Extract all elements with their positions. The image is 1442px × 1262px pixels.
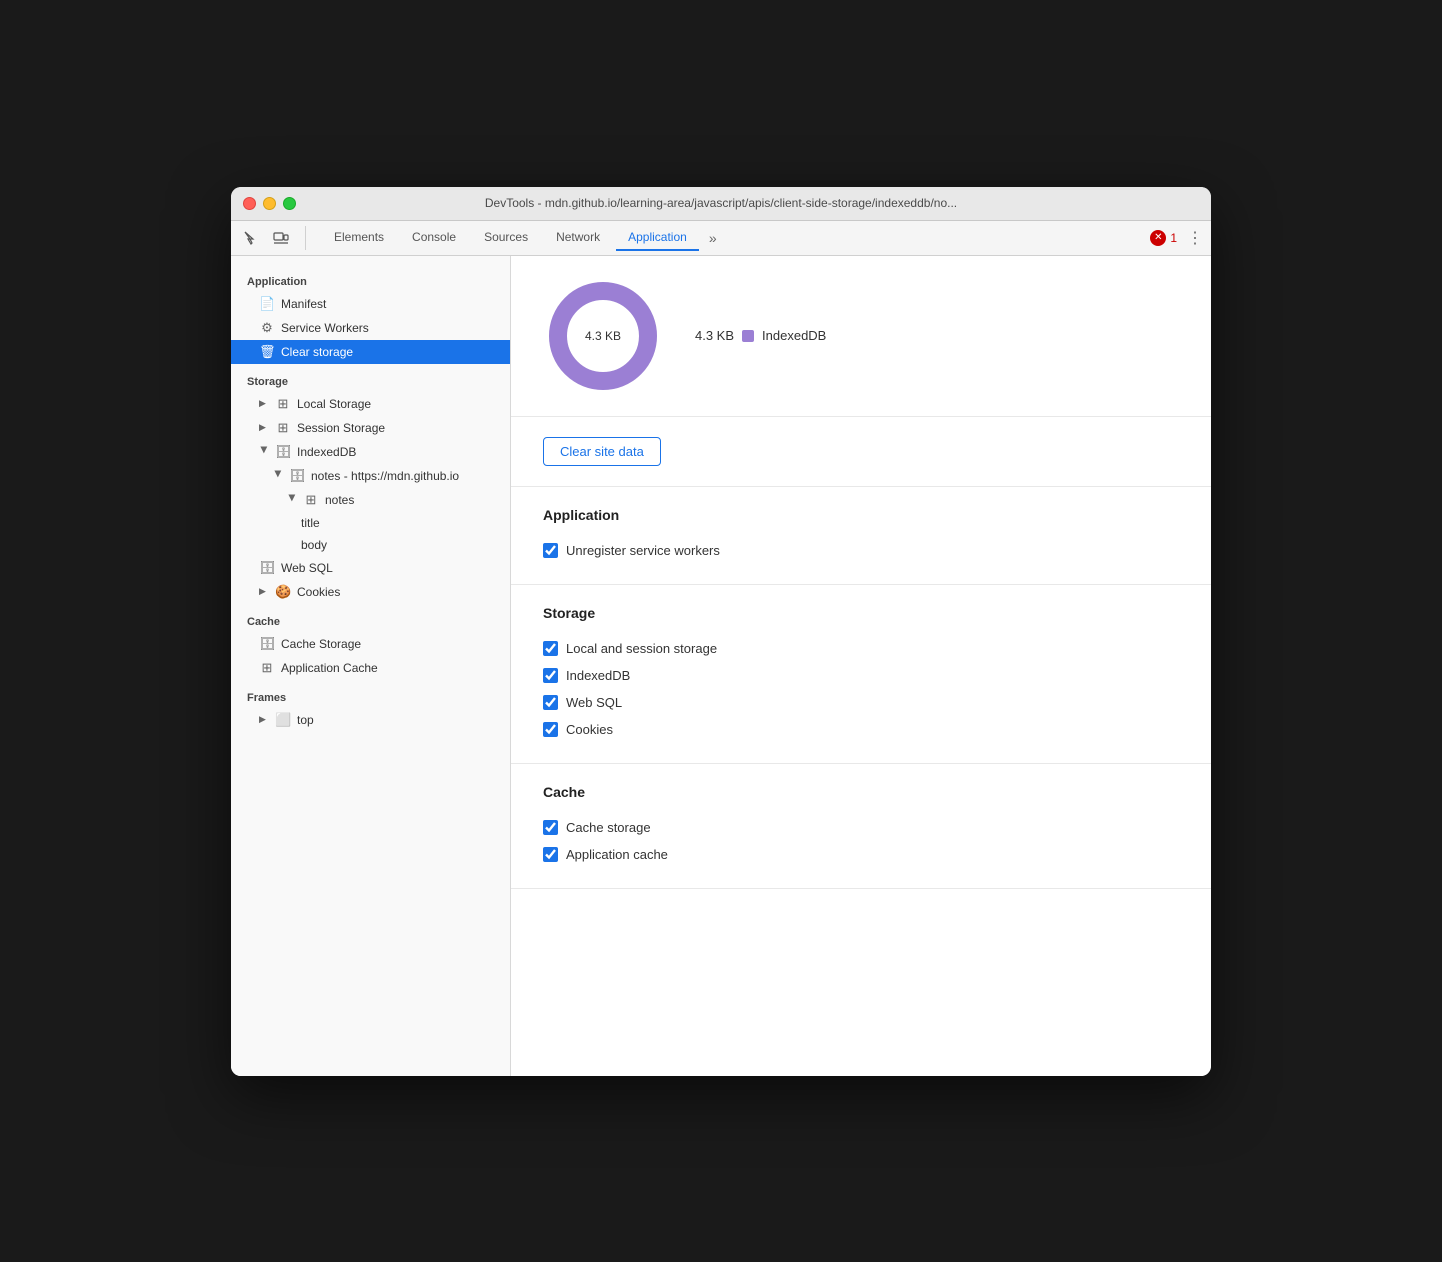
- checkbox-cookies: Cookies: [543, 716, 1179, 743]
- storage-settings-title: Storage: [543, 605, 1179, 621]
- frame-icon: ⬜: [275, 712, 291, 728]
- indexeddb-checkbox[interactable]: [543, 668, 558, 683]
- sidebar-item-clear-storage[interactable]: 🗑 Clear storage: [231, 340, 510, 364]
- sidebar-item-title-field[interactable]: title: [231, 512, 510, 534]
- sidebar-item-service-workers[interactable]: ⚙ Service Workers: [231, 316, 510, 340]
- section-cache: Cache: [231, 604, 510, 632]
- checkbox-local-session: Local and session storage: [543, 635, 1179, 662]
- sidebar-item-cookies[interactable]: ▶ 🍪 Cookies: [231, 580, 510, 604]
- chart-area: 4.3 KB 4.3 KB IndexedDB: [511, 256, 1211, 417]
- legend-size: 4.3 KB: [695, 328, 734, 343]
- app-cache-label: Application cache: [566, 847, 668, 862]
- toolbar: Elements Console Sources Network Applica…: [231, 221, 1211, 256]
- trash-icon: 🗑: [259, 344, 275, 360]
- section-storage: Storage: [231, 364, 510, 392]
- content-area: 4.3 KB 4.3 KB IndexedDB Clear site data …: [511, 256, 1211, 1076]
- sidebar-item-body-field[interactable]: body: [231, 534, 510, 556]
- clear-site-data-button[interactable]: Clear site data: [543, 437, 661, 466]
- checkbox-app-cache: Application cache: [543, 841, 1179, 868]
- sidebar-item-websql[interactable]: 🗄 Web SQL: [231, 556, 510, 580]
- chart-center-label: 4.3 KB: [585, 329, 621, 343]
- application-settings-section: Application Unregister service workers: [511, 487, 1211, 585]
- expand-arrow-notes: ▶: [287, 495, 298, 505]
- sidebar: Application 📄 Manifest ⚙ Service Workers…: [231, 256, 511, 1076]
- section-frames: Frames: [231, 680, 510, 708]
- checkbox-cache-storage: Cache storage: [543, 814, 1179, 841]
- sidebar-item-indexeddb[interactable]: ▶ 🗄 IndexedDB: [231, 440, 510, 464]
- tab-elements[interactable]: Elements: [322, 225, 396, 251]
- tab-network[interactable]: Network: [544, 225, 612, 251]
- legend-label-indexeddb: IndexedDB: [762, 328, 826, 343]
- unregister-sw-label: Unregister service workers: [566, 543, 720, 558]
- chart-legend: 4.3 KB IndexedDB: [695, 328, 826, 343]
- expand-arrow-top: ▶: [259, 714, 269, 725]
- sidebar-item-top[interactable]: ▶ ⬜ top: [231, 708, 510, 732]
- checkbox-indexeddb: IndexedDB: [543, 662, 1179, 689]
- db-icon: 🗄: [275, 444, 291, 460]
- legend-item-indexeddb: 4.3 KB IndexedDB: [695, 328, 826, 343]
- maximize-button[interactable]: [283, 197, 296, 210]
- manifest-icon: 📄: [259, 296, 275, 312]
- table-icon-2: ⊞: [275, 420, 291, 436]
- sidebar-item-manifest[interactable]: 📄 Manifest: [231, 292, 510, 316]
- expand-arrow-session-storage: ▶: [259, 422, 269, 433]
- close-button[interactable]: [243, 197, 256, 210]
- websql-label: Web SQL: [566, 695, 622, 710]
- minimize-button[interactable]: [263, 197, 276, 210]
- expand-arrow-indexeddb: ▶: [259, 447, 270, 457]
- cache-icon: 🗄: [259, 636, 275, 652]
- devtools-window: DevTools - mdn.github.io/learning-area/j…: [231, 187, 1211, 1076]
- expand-arrow-notes-db: ▶: [273, 471, 284, 481]
- cookies-icon: 🍪: [275, 584, 291, 600]
- cache-storage-label: Cache storage: [566, 820, 651, 835]
- cookies-checkbox[interactable]: [543, 722, 558, 737]
- appcache-icon: ⊞: [259, 660, 275, 676]
- sidebar-item-notes-store[interactable]: ▶ ⊞ notes: [231, 488, 510, 512]
- error-badge[interactable]: ✕ 1: [1150, 230, 1177, 246]
- application-settings-title: Application: [543, 507, 1179, 523]
- clear-site-section: Clear site data: [511, 417, 1211, 487]
- gear-icon: ⚙: [259, 320, 275, 336]
- app-cache-checkbox[interactable]: [543, 847, 558, 862]
- menu-button[interactable]: ⋮: [1187, 228, 1203, 248]
- db-icon-2: 🗄: [289, 468, 305, 484]
- sidebar-item-local-storage[interactable]: ▶ ⊞ Local Storage: [231, 392, 510, 416]
- tab-console[interactable]: Console: [400, 225, 468, 251]
- tab-sources[interactable]: Sources: [472, 225, 540, 251]
- window-title: DevTools - mdn.github.io/learning-area/j…: [485, 196, 957, 210]
- storage-settings-section: Storage Local and session storage Indexe…: [511, 585, 1211, 764]
- sidebar-item-app-cache[interactable]: ⊞ Application Cache: [231, 656, 510, 680]
- cookies-label: Cookies: [566, 722, 613, 737]
- traffic-lights: [243, 197, 296, 210]
- sidebar-item-session-storage[interactable]: ▶ ⊞ Session Storage: [231, 416, 510, 440]
- toolbar-icon-group: [239, 226, 306, 250]
- error-icon: ✕: [1150, 230, 1166, 246]
- expand-arrow-local-storage: ▶: [259, 398, 269, 409]
- tab-application[interactable]: Application: [616, 225, 699, 251]
- table-icon-3: ⊞: [303, 492, 319, 508]
- expand-arrow-cookies: ▶: [259, 586, 269, 597]
- unregister-sw-checkbox[interactable]: [543, 543, 558, 558]
- donut-chart: 4.3 KB: [543, 276, 663, 396]
- sidebar-item-cache-storage[interactable]: 🗄 Cache Storage: [231, 632, 510, 656]
- section-application: Application: [231, 264, 510, 292]
- sidebar-item-notes-db[interactable]: ▶ 🗄 notes - https://mdn.github.io: [231, 464, 510, 488]
- local-session-label: Local and session storage: [566, 641, 717, 656]
- checkbox-websql: Web SQL: [543, 689, 1179, 716]
- cache-settings-title: Cache: [543, 784, 1179, 800]
- inspect-icon[interactable]: [239, 226, 263, 250]
- indexeddb-label: IndexedDB: [566, 668, 630, 683]
- local-session-checkbox[interactable]: [543, 641, 558, 656]
- table-icon: ⊞: [275, 396, 291, 412]
- device-icon[interactable]: [269, 226, 293, 250]
- main-layout: Application 📄 Manifest ⚙ Service Workers…: [231, 256, 1211, 1076]
- more-tabs-button[interactable]: »: [703, 230, 723, 246]
- websql-icon: 🗄: [259, 560, 275, 576]
- cache-storage-checkbox[interactable]: [543, 820, 558, 835]
- cache-settings-section: Cache Cache storage Application cache: [511, 764, 1211, 889]
- legend-color-indexeddb: [742, 330, 754, 342]
- titlebar: DevTools - mdn.github.io/learning-area/j…: [231, 187, 1211, 221]
- websql-checkbox[interactable]: [543, 695, 558, 710]
- checkbox-unregister-sw: Unregister service workers: [543, 537, 1179, 564]
